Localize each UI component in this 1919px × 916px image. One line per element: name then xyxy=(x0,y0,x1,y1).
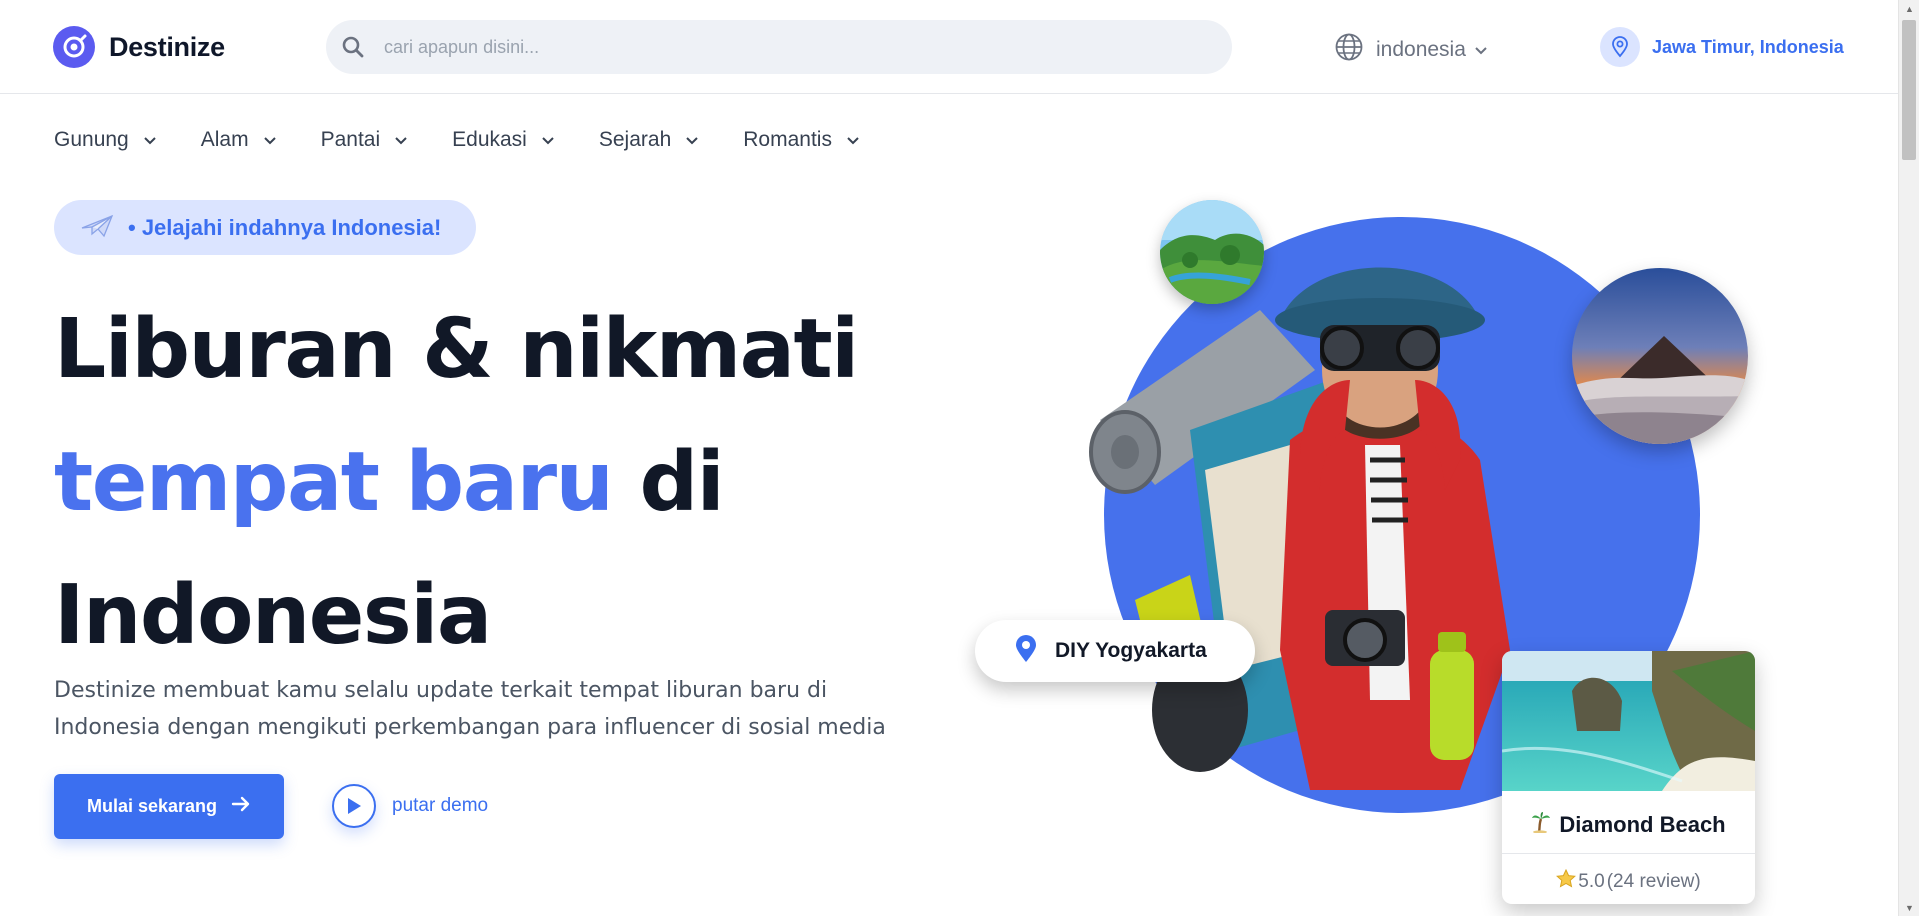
page-scrollbar[interactable]: ▲ ▼ xyxy=(1898,0,1919,916)
top-header: Destinize indonesia xyxy=(0,0,1898,94)
play-icon[interactable] xyxy=(332,784,376,828)
star-icon xyxy=(1556,868,1577,894)
place-title-row: Diamond Beach xyxy=(1502,796,1755,854)
globe-icon xyxy=(1334,32,1364,68)
category-edukasi[interactable]: Edukasi xyxy=(452,128,555,152)
hero-headline: Liburan & nikmati tempat baru di Indones… xyxy=(54,283,859,682)
start-now-button[interactable]: Mulai sekarang xyxy=(54,774,284,839)
category-romantis[interactable]: Romantis xyxy=(743,128,860,152)
search-icon xyxy=(340,34,366,60)
start-now-label: Mulai sekarang xyxy=(86,796,218,816)
headline-line-1: Liburan & nikmati xyxy=(54,302,859,397)
search-input[interactable] xyxy=(384,36,1084,58)
hero-description: Destinize membuat kamu selalu update ter… xyxy=(54,672,934,746)
search-bar[interactable] xyxy=(326,20,1232,74)
category-label: Romantis xyxy=(743,128,832,151)
chevron-down-icon xyxy=(394,128,408,152)
tagline-text: • Jelajahi indahnya Indonesia! xyxy=(128,214,442,240)
location-selector[interactable]: Jawa Timur, Indonesia xyxy=(1600,27,1844,67)
headline-line-3: Indonesia xyxy=(54,568,492,663)
chevron-down-icon xyxy=(1474,38,1488,62)
category-gunung[interactable]: Gunung xyxy=(54,128,157,152)
rating-value: 5.0 xyxy=(1578,870,1605,892)
place-name: Diamond Beach xyxy=(1559,811,1726,837)
chevron-down-icon xyxy=(143,128,157,152)
brand-logo[interactable]: Destinize xyxy=(53,26,225,68)
scroll-thumb[interactable] xyxy=(1902,20,1916,160)
map-pin-icon xyxy=(1015,634,1037,668)
description-line-1: Destinize membuat kamu selalu update ter… xyxy=(54,678,828,703)
arrow-right-icon xyxy=(231,795,251,818)
category-label: Sejarah xyxy=(598,128,672,151)
scroll-down-icon[interactable]: ▼ xyxy=(1899,899,1919,916)
category-label: Pantai xyxy=(320,128,381,151)
location-label: Jawa Timur, Indonesia xyxy=(1652,36,1844,57)
language-label: indonesia xyxy=(1376,38,1466,61)
tagline-pill: • Jelajahi indahnya Indonesia! xyxy=(54,200,476,255)
featured-place-card[interactable]: Diamond Beach 5.0 (24 review) xyxy=(1502,651,1755,904)
category-nav: Gunung Alam Pantai Edukasi Sejarah Roman… xyxy=(54,128,904,152)
location-tag-label: DIY Yogyakarta xyxy=(1055,639,1207,662)
category-alam[interactable]: Alam xyxy=(201,128,277,152)
category-sejarah[interactable]: Sejarah xyxy=(599,128,699,152)
palm-tree-icon xyxy=(1531,811,1551,839)
language-selector[interactable]: indonesia xyxy=(1334,32,1488,68)
category-label: Alam xyxy=(200,128,249,151)
map-pin-icon xyxy=(1600,27,1640,67)
beach-photo xyxy=(1502,651,1755,791)
chevron-down-icon xyxy=(685,128,699,152)
headline-highlight: tempat baru xyxy=(54,435,614,530)
headline-after-highlight: di xyxy=(612,435,724,530)
scroll-up-icon[interactable]: ▲ xyxy=(1899,0,1919,17)
chevron-down-icon xyxy=(541,128,555,152)
play-demo-button[interactable]: putar demo xyxy=(332,784,488,828)
headline-line-2: tempat baru di xyxy=(54,416,858,549)
category-label: Edukasi xyxy=(452,128,527,151)
play-demo-label: putar demo xyxy=(392,795,489,816)
brand-name: Destinize xyxy=(109,31,225,62)
category-label: Gunung xyxy=(54,128,129,151)
airplane-icon xyxy=(80,210,114,245)
chevron-down-icon xyxy=(846,128,860,152)
review-count: (24 review) xyxy=(1606,870,1701,892)
category-pantai[interactable]: Pantai xyxy=(321,128,409,152)
place-rating-row: 5.0 (24 review) xyxy=(1502,854,1755,904)
logo-icon xyxy=(53,26,95,68)
chevron-down-icon xyxy=(263,128,277,152)
description-line-2: Indonesia dengan mengikuti perkembangan … xyxy=(54,715,886,740)
location-tag-card[interactable]: DIY Yogyakarta xyxy=(975,620,1255,682)
